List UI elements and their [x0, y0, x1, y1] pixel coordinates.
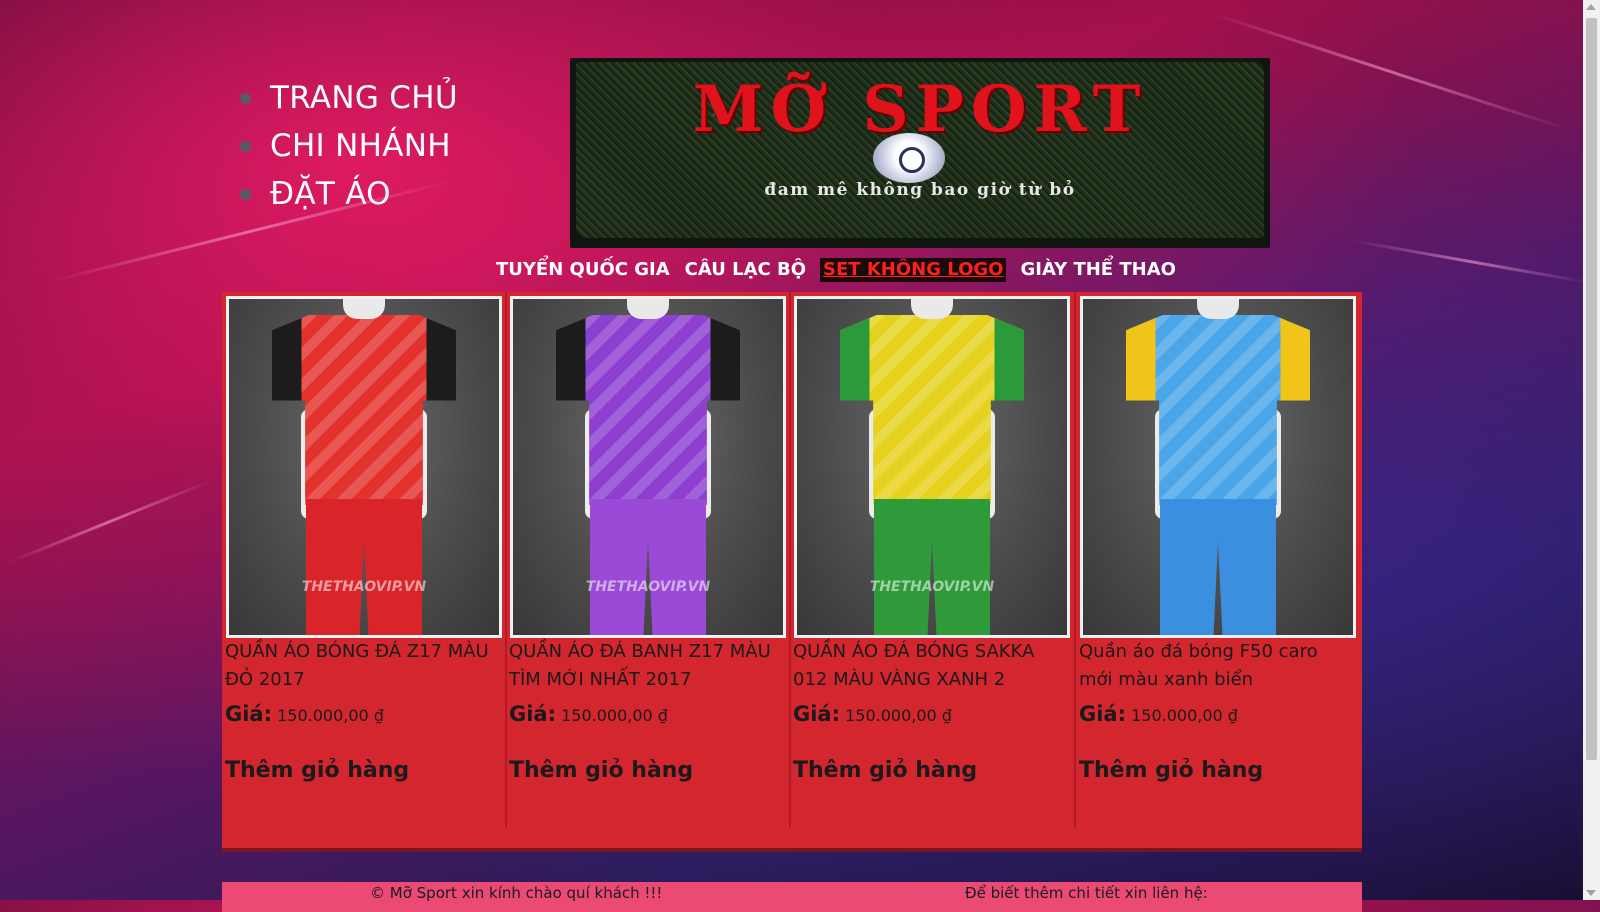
- mannequin-neck: [627, 299, 669, 319]
- nav-item-branches: CHI NHÁNH: [240, 122, 458, 170]
- nav-item-order: ĐẶT ÁO: [240, 170, 458, 218]
- category-national-teams[interactable]: TUYỂN QUỐC GIA: [495, 258, 671, 282]
- category-nav: TUYỂN QUỐC GIA CÂU LẠC BỘ SET KHÔNG LOGO…: [495, 258, 1177, 282]
- background-streak: [7, 478, 213, 565]
- watermark-text: THETHAOVIP.VN: [301, 579, 427, 595]
- shorts-shape: [1160, 499, 1276, 635]
- product-image[interactable]: THETHAOVIP.VN: [226, 296, 502, 638]
- background-streak: [1351, 239, 1589, 284]
- page-scrollbar[interactable]: [1583, 0, 1600, 900]
- jersey-shape: [556, 315, 740, 505]
- watermark-text: THETHAOVIP.VN: [585, 579, 711, 595]
- product-grid: THETHAOVIP.VN QUẦN ÁO BÓNG ĐÁ Z17 MÀU ĐỎ…: [222, 292, 1362, 848]
- product-image[interactable]: [1080, 296, 1356, 638]
- product-name[interactable]: QUẦN ÁO ĐÁ BANH Z17 MÀU TÌM MỚI NHẤT 201…: [509, 638, 783, 694]
- product-price: Giá: 150.000,00 ₫: [509, 702, 668, 726]
- product-name[interactable]: QUẦN ÁO BÓNG ĐÁ Z17 MÀU ĐỎ 2017: [225, 638, 499, 694]
- category-sport-shoes[interactable]: GIÀY THỂ THAO: [1019, 258, 1176, 282]
- brand-tagline: đam mê không bao giờ từ bỏ: [764, 180, 1076, 200]
- add-to-cart-button[interactable]: Thêm giỏ hàng: [1079, 758, 1263, 783]
- bullet-icon: [240, 140, 251, 152]
- shorts-shape: [590, 499, 706, 635]
- nav-link-branches[interactable]: CHI NHÁNH: [270, 128, 451, 164]
- product-image[interactable]: THETHAOVIP.VN: [510, 296, 786, 638]
- bullet-icon: [240, 188, 251, 200]
- category-clubs[interactable]: CÂU LẠC BỘ: [684, 258, 807, 282]
- product-image[interactable]: THETHAOVIP.VN: [794, 296, 1070, 638]
- footer: © Mỡ Sport xin kính chào quí khách !!! Đ…: [222, 882, 1362, 912]
- jersey-shape: [1126, 315, 1310, 505]
- price-value: 150.000,00 ₫: [1131, 706, 1238, 725]
- price-label: Giá:: [225, 702, 273, 726]
- price-value: 150.000,00 ₫: [561, 706, 668, 725]
- product-card: THETHAOVIP.VN QUẦN ÁO BÓNG ĐÁ Z17 MÀU ĐỎ…: [222, 292, 505, 828]
- category-no-logo-sets[interactable]: SET KHÔNG LOGO: [820, 258, 1007, 282]
- product-name[interactable]: QUẦN ÁO ĐÁ BÓNG SAKKA 012 MÀU VÀNG XANH …: [793, 638, 1067, 694]
- price-value: 150.000,00 ₫: [277, 706, 384, 725]
- footer-contact: Để biết thêm chi tiết xin liên hệ:: [965, 884, 1208, 902]
- shorts-shape: [306, 499, 422, 635]
- price-value: 150.000,00 ₫: [845, 706, 952, 725]
- mannequin-neck: [343, 299, 385, 319]
- scroll-up-icon[interactable]: [1586, 4, 1596, 10]
- product-price: Giá: 150.000,00 ₫: [225, 702, 384, 726]
- nav-link-order[interactable]: ĐẶT ÁO: [270, 176, 391, 212]
- product-card: THETHAOVIP.VN QUẦN ÁO ĐÁ BÓNG SAKKA 012 …: [790, 292, 1073, 828]
- jersey-shape: [272, 315, 456, 505]
- watermark-text: THETHAOVIP.VN: [869, 579, 995, 595]
- main-nav: TRANG CHỦ CHI NHÁNH ĐẶT ÁO: [240, 74, 458, 218]
- bullet-icon: [240, 92, 251, 104]
- product-name[interactable]: Quần áo đá bóng F50 caro mới màu xanh bi…: [1079, 638, 1353, 694]
- product-price: Giá: 150.000,00 ₫: [793, 702, 952, 726]
- price-label: Giá:: [793, 702, 841, 726]
- price-label: Giá:: [1079, 702, 1127, 726]
- footer-greeting: © Mỡ Sport xin kính chào quí khách !!!: [370, 884, 663, 902]
- shorts-shape: [874, 499, 990, 635]
- add-to-cart-button[interactable]: Thêm giỏ hàng: [793, 758, 977, 783]
- mannequin-neck: [1197, 299, 1239, 319]
- brand-banner: MỠ SPORT đam mê không bao giờ từ bỏ: [570, 58, 1270, 248]
- mannequin-neck: [911, 299, 953, 319]
- nav-link-home[interactable]: TRANG CHỦ: [270, 80, 458, 116]
- price-label: Giá:: [509, 702, 557, 726]
- scroll-down-icon[interactable]: [1586, 890, 1596, 896]
- jersey-shape: [840, 315, 1024, 505]
- product-card: Quần áo đá bóng F50 caro mới màu xanh bi…: [1076, 292, 1359, 828]
- product-card: THETHAOVIP.VN QUẦN ÁO ĐÁ BANH Z17 MÀU TÌ…: [506, 292, 789, 828]
- add-to-cart-button[interactable]: Thêm giỏ hàng: [225, 758, 409, 783]
- football-icon: [873, 133, 945, 183]
- scrollbar-thumb[interactable]: [1586, 18, 1597, 760]
- product-price: Giá: 150.000,00 ₫: [1079, 702, 1238, 726]
- add-to-cart-button[interactable]: Thêm giỏ hàng: [509, 758, 693, 783]
- nav-item-home: TRANG CHỦ: [240, 74, 458, 122]
